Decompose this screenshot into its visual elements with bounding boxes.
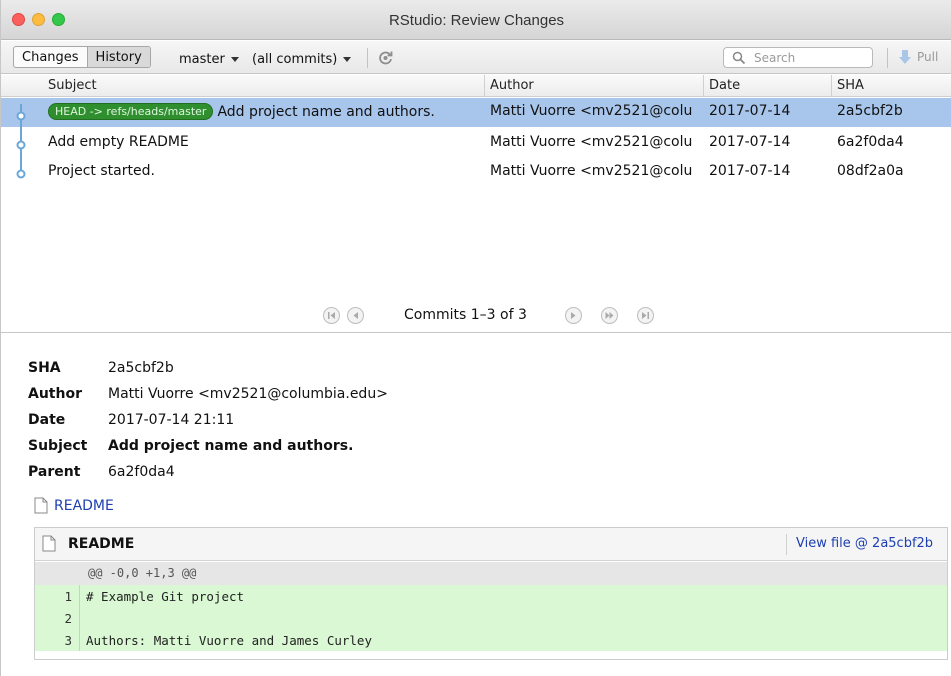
commit-details: SHA 2a5cbf2b Author Matti Vuorre <mv2521… bbox=[1, 334, 951, 676]
commit-list: HEAD -> refs/heads/master Add project nam… bbox=[1, 98, 951, 298]
prev-page-button[interactable] bbox=[347, 307, 364, 324]
column-date[interactable]: Date bbox=[709, 78, 740, 93]
prev-page-icon bbox=[353, 312, 358, 319]
toolbar: Changes History master (all commits) Sea… bbox=[1, 41, 951, 74]
view-file-link[interactable]: View file @ 2a5cbf2b bbox=[796, 536, 933, 551]
next-page-button[interactable] bbox=[565, 307, 582, 324]
toolbar-divider bbox=[367, 48, 368, 68]
pull-icon bbox=[899, 50, 911, 64]
chevron-down-icon bbox=[343, 57, 352, 62]
author-value: Matti Vuorre <mv2521@columbia.edu> bbox=[108, 386, 388, 402]
commit-sha: 08df2a0a bbox=[837, 163, 904, 179]
commit-sha: 6a2f0da4 bbox=[837, 134, 904, 150]
header-divider bbox=[786, 534, 787, 555]
view-mode-toggle: Changes History bbox=[13, 46, 151, 68]
commits-filter-label: (all commits) bbox=[252, 52, 338, 67]
commit-author: Matti Vuorre <mv2521@colu bbox=[490, 163, 693, 179]
commits-filter-dropdown[interactable]: (all commits) bbox=[252, 52, 352, 67]
diff-line: 3 Authors: Matti Vuorre and James Curley bbox=[35, 629, 947, 651]
author-label: Author bbox=[28, 386, 82, 402]
next-page-icon bbox=[571, 312, 576, 319]
column-author[interactable]: Author bbox=[490, 78, 534, 93]
commit-author: Matti Vuorre <mv2521@colu bbox=[490, 134, 693, 150]
commit-row[interactable]: HEAD -> refs/heads/master Add project nam… bbox=[1, 98, 951, 127]
history-tab[interactable]: History bbox=[87, 47, 150, 67]
review-changes-window: RStudio: Review Changes Changes History … bbox=[0, 0, 951, 676]
fast-forward-button[interactable] bbox=[601, 307, 618, 324]
branch-dropdown[interactable]: master bbox=[179, 52, 239, 67]
line-code: # Example Git project bbox=[86, 589, 245, 604]
sha-label: SHA bbox=[28, 360, 61, 376]
commit-graph bbox=[16, 104, 26, 179]
sha-value: 2a5cbf2b bbox=[108, 360, 174, 376]
changed-file-name: README bbox=[54, 497, 114, 514]
commit-node bbox=[16, 111, 26, 121]
parent-label: Parent bbox=[28, 464, 81, 480]
pull-label: Pull bbox=[917, 50, 939, 64]
subject-value: Add project name and authors. bbox=[108, 438, 354, 454]
diff-line: 1 # Example Git project bbox=[35, 585, 947, 607]
commit-date: 2017-07-14 bbox=[709, 103, 791, 119]
commit-date: 2017-07-14 bbox=[709, 134, 791, 150]
first-page-button[interactable] bbox=[323, 307, 340, 324]
line-code: Authors: Matti Vuorre and James Curley bbox=[86, 633, 372, 648]
first-page-icon bbox=[328, 312, 335, 319]
column-divider bbox=[703, 75, 704, 96]
date-value: 2017-07-14 21:11 bbox=[108, 412, 235, 428]
title-bar: RStudio: Review Changes bbox=[1, 0, 951, 40]
changed-file-link[interactable]: README bbox=[34, 497, 114, 514]
toolbar-divider bbox=[887, 48, 888, 68]
column-divider bbox=[484, 75, 485, 96]
subject-label: Subject bbox=[28, 438, 88, 454]
commit-pager: Commits 1–3 of 3 bbox=[1, 300, 951, 333]
commit-date: 2017-07-14 bbox=[709, 163, 791, 179]
file-icon bbox=[42, 535, 56, 552]
diff-line: 2 bbox=[35, 607, 947, 629]
line-number: 1 bbox=[35, 585, 80, 607]
column-sha[interactable]: SHA bbox=[837, 78, 864, 93]
line-number: 2 bbox=[35, 607, 80, 629]
column-divider bbox=[831, 75, 832, 96]
commit-subject-cell: HEAD -> refs/heads/master Add project nam… bbox=[48, 103, 482, 120]
commit-subject: Add empty README bbox=[48, 134, 189, 150]
file-icon bbox=[34, 497, 48, 514]
line-number: 3 bbox=[35, 629, 80, 651]
diff-header: README View file @ 2a5cbf2b bbox=[35, 528, 947, 561]
commit-subject: Add project name and authors. bbox=[217, 104, 435, 120]
column-subject[interactable]: Subject bbox=[48, 78, 97, 93]
branch-label: master bbox=[179, 52, 225, 67]
parent-value[interactable]: 6a2f0da4 bbox=[108, 464, 175, 480]
chevron-down-icon bbox=[230, 57, 239, 62]
commit-node bbox=[16, 169, 26, 179]
branch-badge: HEAD -> refs/heads/master bbox=[48, 103, 214, 120]
diff-filename: README bbox=[68, 536, 135, 552]
date-label: Date bbox=[28, 412, 66, 428]
pager-label: Commits 1–3 of 3 bbox=[404, 307, 527, 323]
fast-forward-icon bbox=[605, 312, 614, 319]
changes-tab[interactable]: Changes bbox=[14, 47, 88, 67]
hunk-text: @@ -0,0 +1,3 @@ bbox=[88, 566, 197, 580]
last-page-icon bbox=[642, 312, 649, 319]
commit-row[interactable]: Add empty README Matti Vuorre <mv2521@co… bbox=[1, 129, 951, 158]
commit-subject: Project started. bbox=[48, 163, 155, 179]
commit-table-header: Subject Author Date SHA bbox=[1, 75, 951, 97]
search-placeholder: Search bbox=[754, 51, 796, 65]
pull-button[interactable]: Pull bbox=[898, 49, 938, 65]
commit-node bbox=[16, 140, 26, 150]
diff-hunk-header: @@ -0,0 +1,3 @@ bbox=[35, 562, 947, 585]
window-title: RStudio: Review Changes bbox=[388, 12, 565, 29]
commit-row[interactable]: Project started. Matti Vuorre <mv2521@co… bbox=[1, 158, 951, 187]
search-icon bbox=[732, 51, 746, 65]
diff-panel: README View file @ 2a5cbf2b @@ -0,0 +1,3… bbox=[34, 527, 948, 660]
search-input[interactable]: Search bbox=[723, 47, 873, 68]
commit-author: Matti Vuorre <mv2521@colu bbox=[490, 103, 693, 119]
last-page-button[interactable] bbox=[637, 307, 654, 324]
commit-sha: 2a5cbf2b bbox=[837, 103, 903, 119]
refresh-icon[interactable] bbox=[377, 49, 394, 66]
